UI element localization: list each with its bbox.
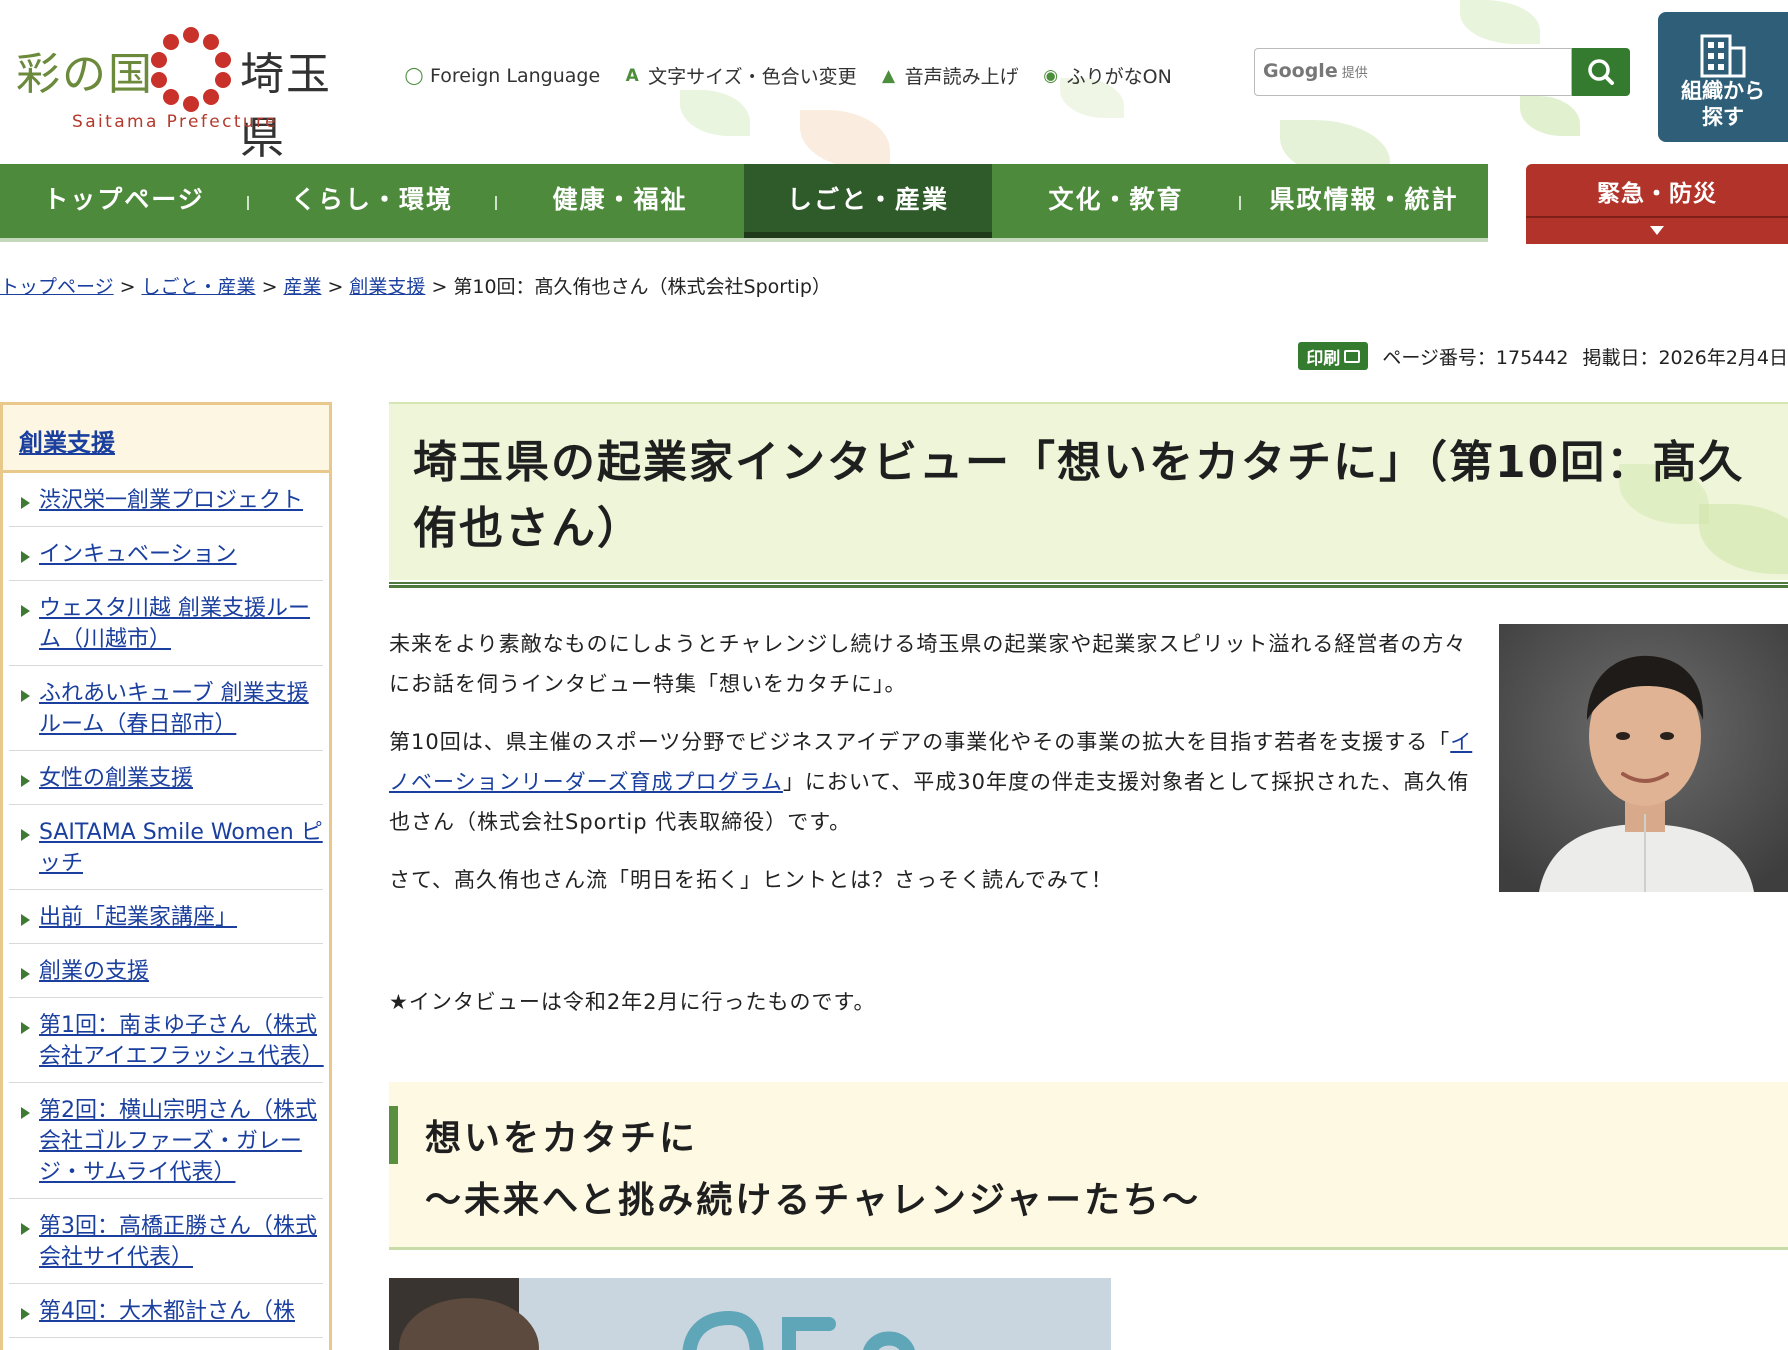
leaf-decoration — [680, 90, 750, 136]
globe-icon: ◯ — [404, 65, 424, 86]
sidebar-item: ウェスタ川越 創業支援ルーム（川越市） — [9, 581, 323, 666]
read-aloud-link[interactable]: ▲ 音声読み上げ — [879, 62, 1019, 89]
logo-subtitle: Saitama Prefecture — [72, 112, 278, 132]
hint-paragraph: さて、髙久侑也さん流「明日を拓く」ヒントとは？さっそく読んでみて！ — [389, 868, 1113, 892]
sidebar: 創業支援 渋沢栄一創業プロジェクト インキュベーション ウェスタ川越 創業支援ル… — [0, 402, 332, 1350]
furigana-icon: ◉ — [1043, 65, 1059, 86]
google-brand-label: Google 提供 — [1263, 60, 1368, 82]
leaf-decoration — [1460, 0, 1540, 44]
section-heading-box: 想いをカタチに ～未来へと挑み続けるチャレンジャーたち～ — [389, 1082, 1788, 1250]
site-search: Google 提供 — [1254, 48, 1630, 96]
chevron-down-icon — [1650, 226, 1664, 235]
program-paragraph: 第10回は、県主催のスポーツ分野でビジネスアイデアの事業化やその事業の拡大を目指… — [389, 730, 1473, 834]
global-nav: トップページ くらし・環境 健康・福祉 しごと・産業 文化・教育 県政情報・統計 — [0, 164, 1488, 238]
breadcrumb-link-startup-support[interactable]: 創業支援 — [349, 276, 425, 298]
page-number: ページ番号：175442 — [1382, 346, 1569, 369]
leaf-decoration — [800, 110, 890, 164]
interviewee-photo — [1499, 624, 1788, 892]
article-banner-image — [389, 1278, 1111, 1350]
leaf-decoration — [1280, 120, 1390, 164]
page-title: 埼玉県の起業家インタビュー「想いをカタチに」（第10回：髙久侑也さん） — [413, 437, 1745, 554]
text-size-icon: A — [625, 65, 639, 86]
nav-bottom-strip — [0, 238, 1488, 242]
sidebar-item-link[interactable]: 出前「起業家講座」 — [39, 905, 237, 930]
building-icon — [1700, 34, 1746, 78]
title-underline — [389, 582, 1788, 588]
search-icon — [1588, 59, 1614, 85]
page-meta: 印刷 ページ番号：175442 掲載日：2026年2月4日 — [1298, 342, 1788, 370]
breadcrumb-link-work-industry[interactable]: しごと・産業 — [142, 276, 256, 298]
section-heading: 想いをカタチに ～未来へと挑み続けるチャレンジャーたち～ — [425, 1118, 1202, 1221]
nav-work-industry[interactable]: しごと・産業 — [744, 164, 992, 238]
page-title-box: 埼玉県の起業家インタビュー「想いをカタチに」（第10回：髙久侑也さん） — [389, 402, 1788, 580]
prefecture-emblem-icon — [151, 27, 231, 112]
sidebar-item: 創業の支援 — [9, 944, 323, 998]
search-button[interactable] — [1572, 48, 1630, 96]
sidebar-item: 女性の創業支援 — [9, 751, 323, 805]
interview-date-note: ★インタビューは令和2年2月に行ったものです。 — [389, 990, 876, 1014]
breadcrumb: トップページ > しごと・産業 > 産業 > 創業支援 > 第10回：髙久侑也さん（株式会社Sp… — [0, 276, 831, 298]
print-icon — [1344, 349, 1361, 363]
banner-image — [389, 1278, 1111, 1350]
sidebar-title: 創業支援 — [3, 405, 329, 473]
sidebar-item-link[interactable]: ウェスタ川越 創業支援ルーム（川越市） — [39, 596, 310, 652]
logo-text-saitama: 埼玉県 — [240, 49, 332, 164]
site-logo[interactable]: 彩の国 埼玉県 Saitama Prefecture — [16, 22, 376, 164]
sidebar-item: 第1回：南まゆ子さん（株式会社アイエフラッシュ代表） — [9, 998, 324, 1083]
portrait-image — [1499, 624, 1788, 892]
sidebar-item: 出前「起業家講座」 — [9, 890, 323, 944]
site-header: 彩の国 埼玉県 Saitama Prefecture ◯ Foreign Lan… — [0, 0, 1788, 164]
section-heading-bar — [389, 1106, 398, 1164]
org-search-button[interactable]: 組織から 探す — [1658, 12, 1788, 142]
sidebar-item-link[interactable]: ふれあいキューブ 創業支援ルーム（春日部市） — [39, 681, 309, 737]
sidebar-item-link[interactable]: 創業の支援 — [39, 959, 149, 984]
nav-top-page[interactable]: トップページ — [0, 164, 249, 238]
sidebar-item: インキュベーション — [9, 527, 323, 581]
nav-living-environment[interactable]: くらし・環境 — [248, 164, 497, 238]
sidebar-item-link[interactable]: 渋沢栄一創業プロジェクト — [39, 488, 303, 513]
sidebar-item: 渋沢栄一創業プロジェクト — [9, 473, 323, 527]
logo-text-sainokuni: 彩の国 — [16, 49, 154, 100]
leaf-decoration — [1520, 96, 1580, 136]
sidebar-item-link[interactable]: SAITAMA Smile Women ピッチ — [39, 820, 323, 876]
sidebar-item-link[interactable]: 第3回：高橋正勝さん（株式会社サイ代表） — [39, 1214, 317, 1270]
emergency-expand[interactable] — [1526, 216, 1788, 244]
search-input[interactable]: Google 提供 — [1254, 48, 1572, 96]
article-body: 未来をより素敵なものにしようとチャレンジし続ける埼玉県の起業家や起業家スピリット… — [389, 624, 1479, 918]
breadcrumb-link-industry[interactable]: 産業 — [283, 276, 321, 298]
sidebar-item: 第4回：大木都計さん（株 — [9, 1284, 323, 1338]
emergency-label: 緊急・防災 — [1597, 181, 1717, 207]
breadcrumb-current: 第10回：髙久侑也さん（株式会社Sportip） — [453, 276, 831, 298]
sidebar-item-link[interactable]: 第2回：横山宗明さん（株式会社ゴルファーズ・ガレージ・サムライ代表） — [39, 1098, 317, 1185]
nav-prefectural-info[interactable]: 県政情報・統計 — [1240, 164, 1488, 238]
org-search-label: 組織から 探す — [1681, 79, 1765, 129]
sidebar-item-link[interactable]: 第4回：大木都計さん（株 — [39, 1299, 295, 1324]
utility-tools: ◯ Foreign Language A 文字サイズ・色合い変更 ▲ 音声読み上… — [404, 62, 1172, 89]
sidebar-title-link[interactable]: 創業支援 — [19, 429, 115, 457]
furigana-toggle[interactable]: ◉ ふりがなON — [1041, 62, 1172, 89]
text-size-color-link[interactable]: A 文字サイズ・色合い変更 — [622, 62, 857, 89]
sidebar-item: 第3回：高橋正勝さん（株式会社サイ代表） — [9, 1199, 323, 1284]
sidebar-item: 第2回：横山宗明さん（株式会社ゴルファーズ・ガレージ・サムライ代表） — [9, 1083, 323, 1199]
sidebar-item-link[interactable]: インキュベーション — [39, 542, 237, 567]
speaker-icon: ▲ — [882, 65, 896, 86]
published-date: 掲載日：2026年2月4日 — [1582, 346, 1788, 369]
sidebar-list: 渋沢栄一創業プロジェクト インキュベーション ウェスタ川越 創業支援ルーム（川越… — [3, 473, 329, 1338]
intro-paragraph: 未来をより素敵なものにしようとチャレンジし続ける埼玉県の起業家や起業家スピリット… — [389, 632, 1467, 696]
sidebar-item: ふれあいキューブ 創業支援ルーム（春日部市） — [9, 666, 323, 751]
sidebar-item-link[interactable]: 第1回：南まゆ子さん（株式会社アイエフラッシュ代表） — [39, 1013, 324, 1069]
foreign-language-link[interactable]: ◯ Foreign Language — [404, 65, 600, 87]
nav-culture-education[interactable]: 文化・教育 — [992, 164, 1241, 238]
breadcrumb-link-top[interactable]: トップページ — [0, 276, 114, 298]
print-button[interactable]: 印刷 — [1298, 342, 1369, 370]
sidebar-item: SAITAMA Smile Women ピッチ — [9, 805, 323, 890]
nav-health-welfare[interactable]: 健康・福祉 — [496, 164, 744, 238]
main-content: 埼玉県の起業家インタビュー「想いをカタチに」（第10回：髙久侑也さん） 未来をよ… — [389, 402, 1788, 1350]
sidebar-item-link[interactable]: 女性の創業支援 — [39, 766, 193, 791]
